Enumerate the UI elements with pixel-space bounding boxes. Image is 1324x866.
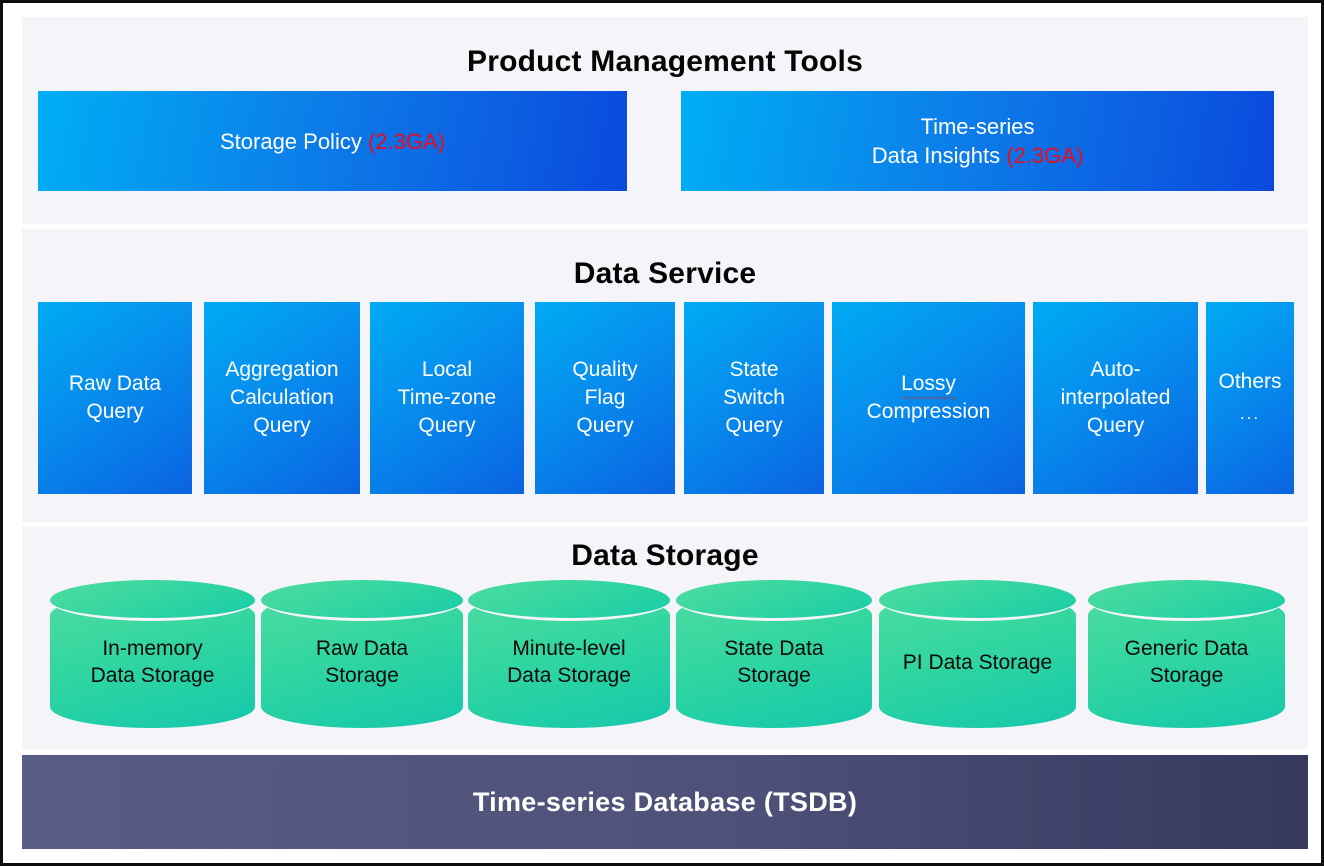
cylinder-in-memory-data-storage[interactable]: In-memory Data Storage [50,580,255,728]
section-title-data-storage: Data Storage [571,539,759,572]
service-card-local-time-zone-query-label: Local Time-zone Query [394,356,500,440]
section-data-storage: Data Storage In-memory Data Storage Raw … [22,527,1308,749]
cylinder-minute-level-data-storage[interactable]: Minute-level Data Storage [468,580,670,728]
service-line: interpolated [1060,386,1171,409]
section-title-data-service: Data Service [573,257,757,290]
service-line-misspelled-wrap: Lossy [867,370,991,400]
service-card-state-switch-query[interactable]: State Switch Query [684,302,824,494]
service-line: Quality [572,358,638,381]
service-line: Raw Data [68,372,162,395]
card-storage-policy-text: Storage Policy [219,128,362,154]
cylinder-in-memory-data-storage-label: In-memory Data Storage [50,580,255,728]
section-title-product-management-tools: Product Management Tools [467,45,863,78]
service-card-local-time-zone-query[interactable]: Local Time-zone Query [370,302,524,494]
cylinder-line: Generic Data [1124,637,1249,660]
card-storage-policy-label: Storage Policy (2.3GA) [220,127,445,156]
card-time-series-data-insights-line2: Data Insights [871,143,1001,168]
service-line: Switch [723,386,785,409]
service-line: Query [86,400,144,423]
service-line: Time-zone [397,386,497,409]
cylinder-pi-data-storage[interactable]: PI Data Storage [879,580,1076,728]
service-line: Query [1086,414,1145,437]
service-card-auto-interpolated-query-label: Auto- interpolated Query [1057,356,1175,440]
service-line: Query [418,414,476,437]
card-time-series-data-insights-line2-wrap: Data Insights (2.3GA) [872,141,1084,170]
card-time-series-data-insights-line1: Time-series [920,114,1035,139]
service-line: Query [725,414,783,437]
service-card-quality-flag-query-label: Quality Flag Query [568,356,641,440]
cylinder-raw-data-storage-label: Raw Data Storage [261,580,463,728]
cylinder-line: PI Data Storage [902,650,1053,674]
service-card-lossy-compression[interactable]: Lossy Compression [832,302,1025,494]
service-card-state-switch-query-label: State Switch Query [719,356,789,440]
card-time-series-data-insights-label: Time-series Data Insights (2.3GA) [872,112,1084,170]
cylinder-line: In-memory [102,637,203,660]
card-storage-policy-badge: (2.3GA) [367,128,445,154]
cylinder-line: Data Storage [90,664,215,687]
cylinder-line: Storage [737,664,811,687]
cylinder-generic-data-storage[interactable]: Generic Data Storage [1088,580,1285,728]
service-card-auto-interpolated-query[interactable]: Auto- interpolated Query [1033,302,1198,494]
service-line: Query [253,414,311,437]
service-card-raw-data-query-label: Raw Data Query [65,370,165,426]
service-line: Local [421,358,473,381]
service-line: Flag [584,386,626,409]
cylinder-pi-data-storage-label: PI Data Storage [879,580,1076,728]
cylinder-state-data-storage-label: State Data Storage [676,580,872,728]
section-product-management-tools: Product Management Tools Storage Policy … [22,17,1308,224]
service-line: Others [1218,370,1282,393]
cylinder-raw-data-storage[interactable]: Raw Data Storage [261,580,463,728]
footer-time-series-database-label: Time-series Database (TSDB) [472,786,858,817]
cylinder-line: State Data [724,637,824,660]
cylinder-line: Storage [325,664,399,687]
cylinder-line: Data Storage [507,664,631,687]
card-storage-policy[interactable]: Storage Policy (2.3GA) [38,91,627,191]
cylinder-minute-level-data-storage-label: Minute-level Data Storage [468,580,670,728]
footer-time-series-database: Time-series Database (TSDB) [22,755,1308,849]
diagram-canvas: Product Management Tools Storage Policy … [0,0,1324,866]
service-line: State [729,358,779,381]
service-card-quality-flag-query[interactable]: Quality Flag Query [535,302,675,494]
card-time-series-data-insights-badge: (2.3GA) [1006,143,1084,168]
diagram-inner: Product Management Tools Storage Policy … [19,15,1311,855]
service-line: Compression [866,400,991,423]
service-line: Calculation [230,386,334,409]
section-data-service: Data Service Raw Data Query Aggregation … [22,229,1308,522]
cylinder-line: Minute-level [512,637,626,660]
service-card-raw-data-query[interactable]: Raw Data Query [38,302,192,494]
service-line-ellipsis: ... [1239,404,1261,423]
service-card-lossy-compression-label: Lossy Compression [863,370,995,426]
cylinder-generic-data-storage-label: Generic Data Storage [1088,580,1285,728]
service-card-aggregation-calculation-query-label: Aggregation Calculation Query [221,356,342,440]
card-time-series-data-insights[interactable]: Time-series Data Insights (2.3GA) [681,91,1274,191]
spellcheck-underline-lossy: Lossy [901,370,956,400]
service-card-others-label: Others ... [1214,368,1285,428]
service-card-others[interactable]: Others ... [1206,302,1294,494]
service-card-aggregation-calculation-query[interactable]: Aggregation Calculation Query [204,302,360,494]
service-line: Auto- [1090,358,1141,381]
cylinder-line: Storage [1149,664,1224,687]
service-line: Aggregation [225,358,339,381]
cylinder-line: Raw Data [315,637,409,660]
service-line: Query [576,414,634,437]
cylinder-state-data-storage[interactable]: State Data Storage [676,580,872,728]
